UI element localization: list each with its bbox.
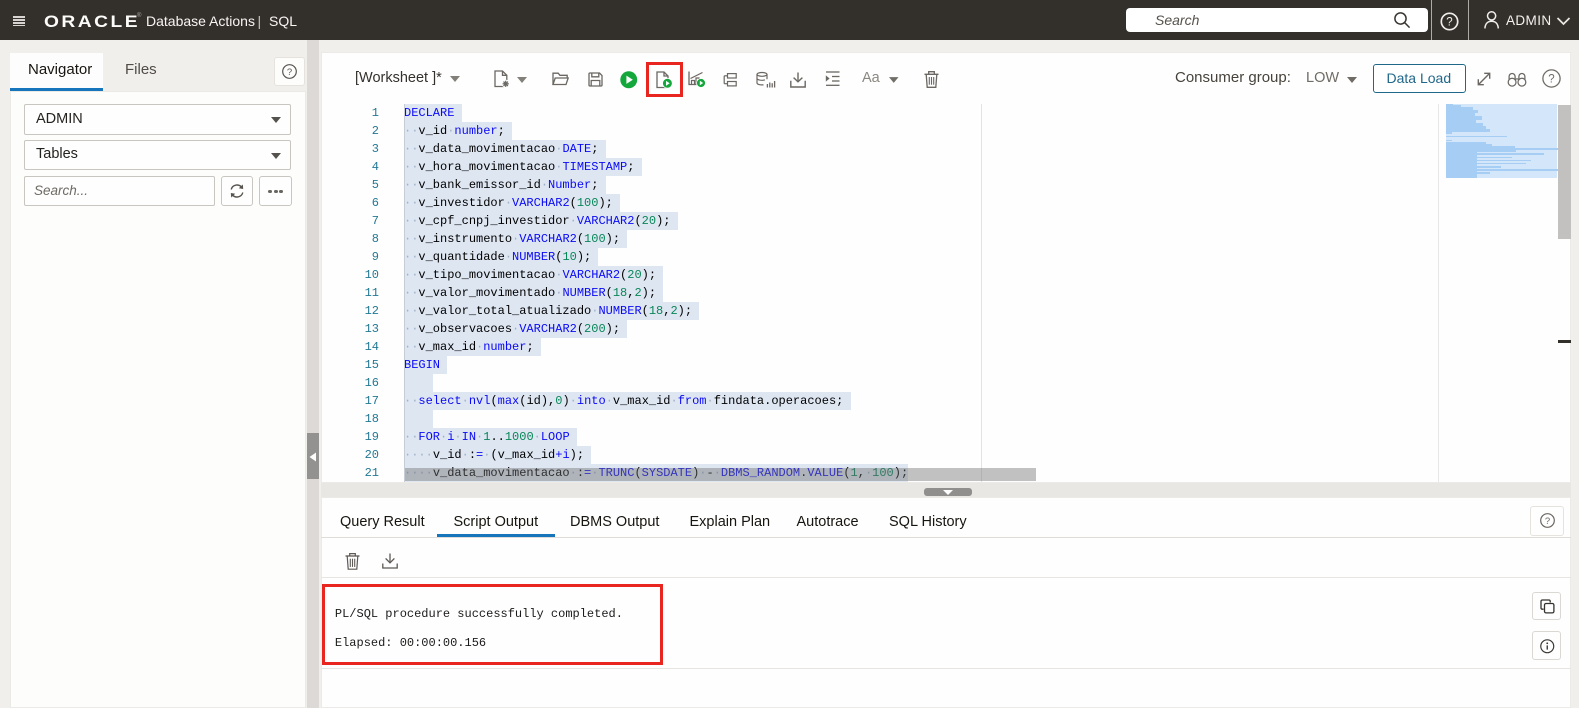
svg-text:?: ?: [1548, 73, 1554, 85]
svg-text:?: ?: [287, 67, 292, 78]
svg-text:?: ?: [1544, 516, 1549, 527]
svg-text:?: ?: [1446, 16, 1452, 28]
